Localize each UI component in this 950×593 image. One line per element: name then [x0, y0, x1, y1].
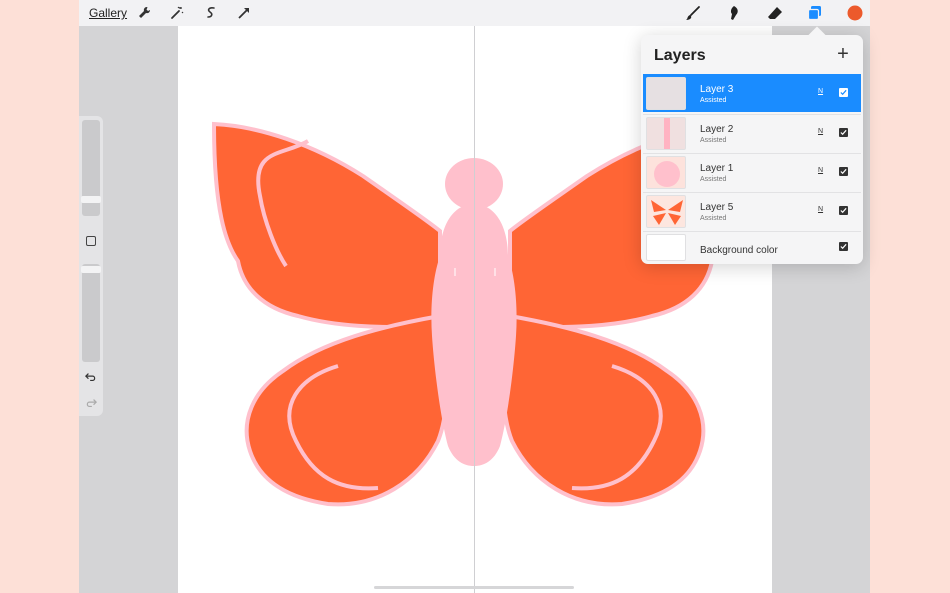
layer-name: Background color: [700, 245, 778, 256]
layer-thumbnail: [646, 117, 686, 150]
transform-arrow-icon[interactable]: [234, 3, 254, 23]
blend-mode-button[interactable]: N: [818, 167, 823, 174]
layer-subtitle: Assisted: [700, 137, 727, 144]
symmetry-guide-line: [474, 26, 475, 593]
layer-row-background-color[interactable]: Background color: [643, 231, 861, 263]
layers-panel: Layers + Layer 3 Assisted N Layer 2 Assi…: [641, 35, 863, 264]
home-indicator: [374, 586, 574, 589]
background-color-swatch: [646, 234, 686, 261]
layer-row-layer-5[interactable]: Layer 5 Assisted N: [643, 192, 861, 230]
undo-icon[interactable]: [84, 370, 98, 384]
layer-visibility-checkbox[interactable]: [839, 242, 848, 251]
redo-icon[interactable]: [84, 396, 98, 410]
layer-visibility-checkbox[interactable]: [839, 167, 848, 176]
layer-thumbnail: [646, 77, 686, 110]
current-color-circle: [847, 5, 863, 21]
lower-left-wing: [244, 313, 450, 507]
color-picker-swatch[interactable]: [845, 3, 865, 23]
layer-name: Layer 2: [700, 124, 734, 135]
add-layer-button[interactable]: +: [832, 43, 854, 65]
layer-row-layer-1[interactable]: Layer 1 Assisted N: [643, 153, 861, 191]
blend-mode-button[interactable]: N: [818, 206, 823, 213]
gallery-button[interactable]: Gallery: [89, 6, 127, 20]
layer-name: Layer 1: [700, 163, 734, 174]
modify-square-button[interactable]: [86, 236, 96, 246]
top-toolbar: Gallery: [79, 0, 870, 26]
layer-subtitle: Assisted: [700, 215, 727, 222]
selection-icon[interactable]: [201, 3, 221, 23]
smudge-icon[interactable]: [724, 3, 744, 23]
layer-visibility-checkbox[interactable]: [839, 128, 848, 137]
blend-mode-button[interactable]: N: [818, 128, 823, 135]
lower-right-wing: [500, 313, 706, 507]
opacity-knob[interactable]: [81, 266, 101, 273]
layer-thumbnail: [646, 156, 686, 189]
layer-subtitle: Assisted: [700, 97, 727, 104]
left-sidebar: [79, 116, 103, 416]
opacity-slider[interactable]: [82, 264, 100, 362]
magic-wand-icon[interactable]: [167, 3, 187, 23]
layers-icon[interactable]: [805, 3, 825, 23]
blend-mode-button[interactable]: N: [818, 88, 823, 95]
upper-left-wing: [211, 121, 442, 330]
layer-row-layer-3[interactable]: Layer 3 Assisted N: [643, 74, 861, 112]
layer-row-layer-2[interactable]: Layer 2 Assisted N: [643, 114, 861, 152]
brush-icon[interactable]: [683, 3, 703, 23]
layer-name: Layer 5: [700, 202, 734, 213]
eraser-icon[interactable]: [765, 3, 785, 23]
layers-panel-title: Layers: [654, 47, 706, 64]
layer-name: Layer 3: [700, 84, 734, 95]
layer-subtitle: Assisted: [700, 176, 727, 183]
layer-visibility-checkbox[interactable]: [839, 206, 848, 215]
layer-visibility-checkbox[interactable]: [839, 88, 848, 97]
brush-size-knob[interactable]: [81, 195, 101, 203]
layer-thumbnail: [646, 195, 686, 228]
wrench-icon[interactable]: [134, 3, 154, 23]
